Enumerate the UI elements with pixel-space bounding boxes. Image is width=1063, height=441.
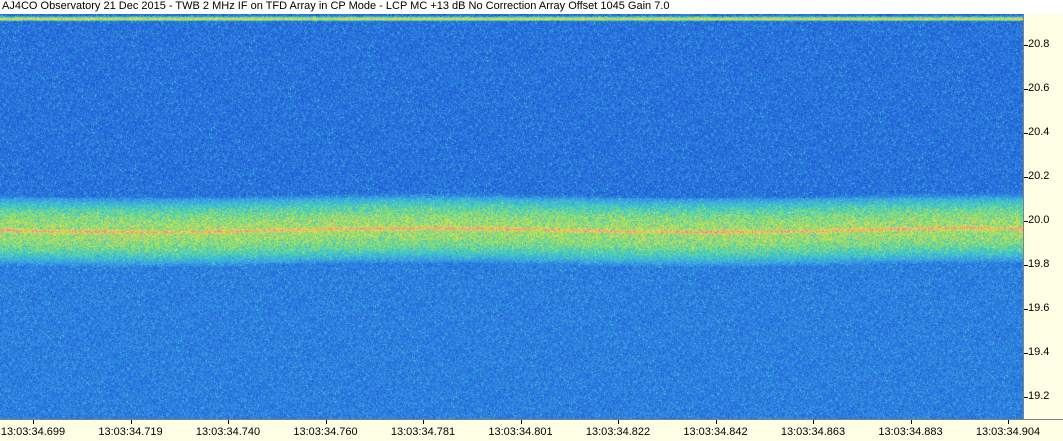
x-tick-label: 13:03:34.719: [98, 426, 163, 438]
y-tick-label: 19.4: [1028, 345, 1050, 358]
y-tick-label: 20.8: [1028, 37, 1050, 50]
y-tick-label: 20.0: [1028, 213, 1050, 226]
x-tick-mark: [618, 420, 619, 424]
x-tick-mark: [1008, 420, 1009, 424]
x-tick-mark: [130, 420, 132, 424]
y-tick-label: 20.6: [1028, 81, 1050, 94]
x-tick-label: 13:03:34.801: [488, 426, 553, 438]
x-axis: 13:03:34.699 13:03:34.719 13:03:34.740 13:0…: [0, 419, 1063, 441]
y-tick-label: 20.2: [1028, 169, 1050, 182]
x-tick-mark: [423, 420, 424, 424]
chart-title: AJ4CO Observatory 21 Dec 2015 - TWB 2 MH…: [2, 0, 670, 12]
x-tick-mark: [910, 420, 912, 424]
y-tick-label: 20.4: [1028, 125, 1050, 138]
x-tick-label: 13:03:34.842: [683, 426, 748, 438]
x-tick-label: 13:03:34.699: [0, 426, 66, 438]
y-axis: 20.8 20.6 20.4 20.2 20.0 19.8 19.6 19.4 19.2: [1023, 14, 1063, 419]
x-tick-label: 13:03:34.863: [780, 426, 846, 438]
title-bar: AJ4CO Observatory 21 Dec 2015 - TWB 2 MH…: [0, 0, 1063, 14]
spectrogram-plot[interactable]: [0, 14, 1023, 419]
x-tick-label: 13:03:34.781: [390, 426, 456, 438]
x-tick-mark: [520, 420, 522, 424]
x-tick-label: 13:03:34.883: [878, 426, 943, 438]
x-tick-label: 13:03:34.904: [975, 426, 1041, 438]
x-tick-label: 13:03:34.740: [195, 426, 261, 438]
x-tick-mark: [228, 420, 229, 424]
y-tick-label: 19.2: [1028, 389, 1050, 402]
y-tick-label: 19.6: [1028, 301, 1050, 314]
x-tick-label: 13:03:34.760: [293, 426, 358, 438]
x-tick-label: 13:03:34.822: [585, 426, 651, 438]
x-tick-mark: [325, 420, 327, 424]
x-tick-mark: [715, 420, 717, 424]
x-tick-mark: [813, 420, 814, 424]
x-tick-mark: [33, 420, 34, 424]
y-tick-label: 19.8: [1028, 257, 1050, 270]
